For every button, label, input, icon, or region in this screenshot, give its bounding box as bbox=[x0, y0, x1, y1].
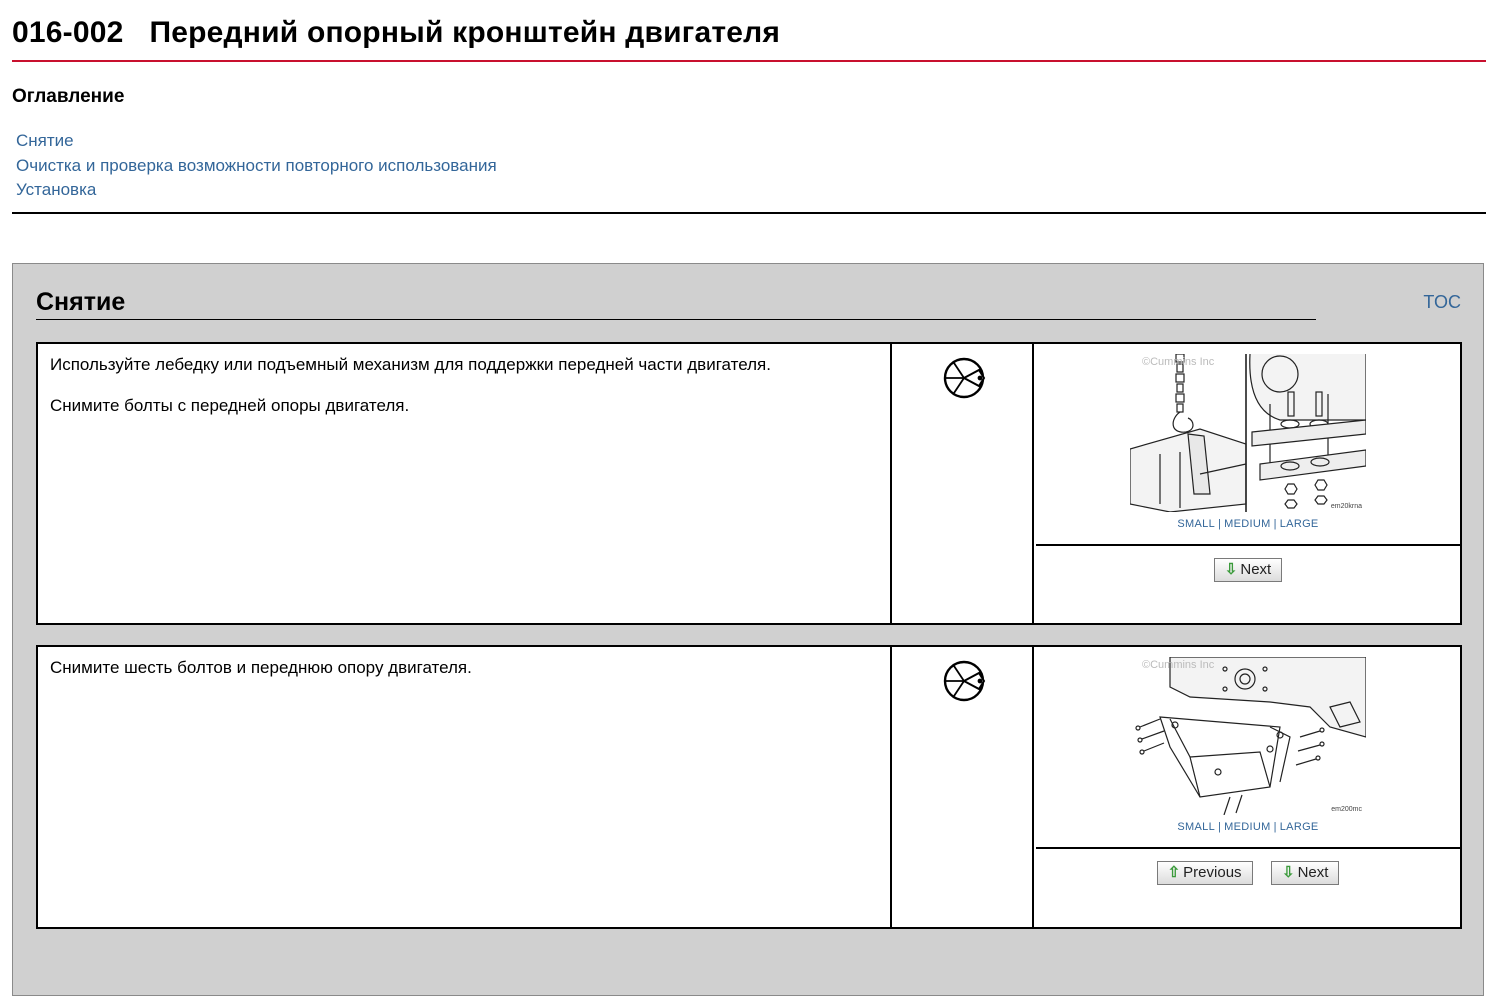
toc-item: Снятие bbox=[16, 131, 497, 156]
step-tool-cell bbox=[894, 647, 1034, 927]
step-image-cell: ©Cummins Inc em200mc SMALL | MEDIUM | LARGE bbox=[1036, 647, 1460, 849]
section-title: Снятие bbox=[36, 288, 126, 316]
document-title-text: Передний опорный кронштейн двигателя bbox=[149, 16, 781, 49]
page: 016-002 Передний опорный кронштейн двигат… bbox=[0, 0, 1500, 1000]
nav-button-row: ⇩ Next bbox=[1036, 558, 1460, 582]
step-text: Используйте лебедку или подъемный механи… bbox=[38, 344, 892, 623]
size-large-link[interactable]: LARGE bbox=[1280, 821, 1319, 833]
toc-divider bbox=[12, 212, 1486, 214]
next-button[interactable]: ⇩ Next bbox=[1213, 558, 1283, 582]
step-navigation: ⇩ Next bbox=[1036, 546, 1460, 623]
step-tool-cell bbox=[894, 344, 1034, 623]
image-size-links: SMALL | MEDIUM | LARGE bbox=[1177, 821, 1319, 833]
next-button[interactable]: ⇩ Next bbox=[1270, 861, 1340, 885]
wrench-tool-icon bbox=[943, 660, 986, 702]
engine-mount-illustration[interactable]: ©Cummins Inc em20krna bbox=[1130, 354, 1366, 512]
size-small-link[interactable]: SMALL bbox=[1177, 821, 1215, 833]
down-arrow-icon: ⇩ bbox=[1281, 864, 1295, 881]
step-row: Используйте лебедку или подъемный механи… bbox=[36, 342, 1462, 625]
toc-link-cleaning[interactable]: Очистка и проверка возможности повторног… bbox=[16, 156, 497, 175]
title-divider bbox=[12, 60, 1486, 62]
figure-watermark: ©Cummins Inc bbox=[1142, 356, 1215, 368]
toc-item: Установка bbox=[16, 180, 497, 205]
removal-section: Снятие TOC Используйте лебедку или подъе… bbox=[12, 263, 1484, 996]
image-size-links: SMALL | MEDIUM | LARGE bbox=[1177, 518, 1319, 530]
previous-label: Previous bbox=[1183, 864, 1242, 881]
engine-mount-illustration[interactable]: ©Cummins Inc em200mc bbox=[1130, 657, 1366, 815]
figure-code: em200mc bbox=[1331, 806, 1362, 813]
step-paragraph: Снимите шесть болтов и переднюю опору дв… bbox=[50, 658, 472, 677]
size-large-link[interactable]: LARGE bbox=[1280, 518, 1319, 530]
up-arrow-icon: ⇧ bbox=[1167, 864, 1181, 881]
step-navigation: ⇧ Previous ⇩ Next bbox=[1036, 849, 1460, 927]
size-small-link[interactable]: SMALL bbox=[1177, 518, 1215, 530]
size-medium-link[interactable]: MEDIUM bbox=[1224, 821, 1270, 833]
toc-heading: Оглавление bbox=[12, 86, 125, 107]
size-medium-link[interactable]: MEDIUM bbox=[1224, 518, 1270, 530]
step-paragraph: Используйте лебедку или подъемный механи… bbox=[50, 355, 771, 374]
toc-item: Очистка и проверка возможности повторног… bbox=[16, 156, 497, 181]
down-arrow-icon: ⇩ bbox=[1224, 561, 1238, 578]
document-code: 016-002 bbox=[12, 16, 124, 49]
document-title: 016-002 Передний опорный кронштейн двигат… bbox=[12, 16, 780, 50]
previous-button[interactable]: ⇧ Previous bbox=[1156, 861, 1253, 885]
step-text: Снимите шесть болтов и переднюю опору дв… bbox=[38, 647, 892, 927]
back-to-toc-link[interactable]: TOC bbox=[1423, 292, 1461, 313]
wrench-tool-icon bbox=[943, 357, 986, 399]
mount-exploded-diagram-icon bbox=[1135, 657, 1366, 815]
step-row: Снимите шесть болтов и переднюю опору дв… bbox=[36, 645, 1462, 929]
figure-code: em20krna bbox=[1330, 503, 1362, 510]
step-image-cell: ©Cummins Inc em20krna SMALL | MEDIUM | LARGE bbox=[1036, 344, 1460, 546]
section-divider bbox=[36, 319, 1316, 320]
nav-button-row: ⇧ Previous ⇩ Next bbox=[1036, 861, 1460, 885]
hoist-diagram-icon bbox=[1130, 354, 1366, 512]
figure-watermark: ©Cummins Inc bbox=[1142, 659, 1215, 671]
toc-link-installation[interactable]: Установка bbox=[16, 180, 96, 199]
toc-link-removal[interactable]: Снятие bbox=[16, 131, 74, 150]
next-label: Next bbox=[1240, 561, 1272, 578]
next-label: Next bbox=[1297, 864, 1329, 881]
toc-list: Снятие Очистка и проверка возможности по… bbox=[16, 131, 497, 205]
step-paragraph: Снимите болты с передней опоры двигателя… bbox=[50, 396, 410, 415]
